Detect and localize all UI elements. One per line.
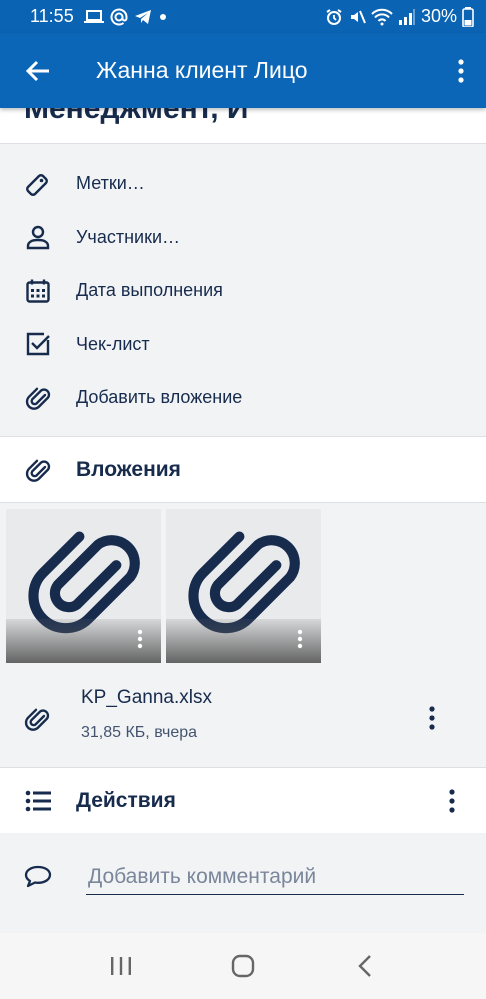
chevron-left-icon [358,955,371,977]
comment-icon [24,865,52,888]
menu-item-label: Дата выполнения [76,280,223,301]
home-button[interactable] [213,941,273,991]
attachments-header: Вложения [0,436,486,503]
attachment-more-button[interactable] [420,704,444,732]
attachment-file-row[interactable]: KP_Ganna.xlsx 31,85 КБ, вчера [0,672,486,764]
app-bar: Жанна клиент Лицо [0,33,486,108]
battery-percent: 30% [420,6,457,26]
card-title: Менеджмент, И [24,108,249,125]
home-icon [231,954,255,978]
recent-apps-icon [111,957,131,975]
comment-input[interactable] [86,859,464,895]
system-nav-bar [0,933,486,999]
laptop-icon [83,9,104,23]
list-icon [25,790,51,811]
dot-icon [159,13,166,20]
more-vertical-icon[interactable] [137,629,143,649]
menu-item-due-date[interactable]: Дата выполнения [0,264,486,318]
comment-area [0,833,486,933]
status-time: 11:55 [30,6,74,26]
more-vertical-icon [429,706,435,730]
back-nav-button[interactable] [335,941,395,991]
more-vertical-icon[interactable] [297,629,303,649]
arrow-back-icon [25,60,49,81]
alarm-icon [326,8,342,25]
menu-item-label: Участники… [76,226,180,247]
card-options-list: Метки… Участники… Дата выполнения Чек-ли… [0,145,486,437]
telegram-icon [134,9,151,24]
actions-header: Действия [0,767,486,834]
attachment-thumbnail[interactable] [166,509,321,663]
menu-item-checklist[interactable]: Чек-лист [0,318,486,372]
signal-icon [398,8,415,25]
actions-more-button[interactable] [418,788,486,813]
overflow-menu-button[interactable] [436,33,486,108]
attachment-file-meta: 31,85 КБ, вчера [81,724,198,741]
recent-apps-button[interactable] [91,941,151,991]
paperclip-icon [24,708,50,731]
paperclip-icon [25,459,51,482]
checkbox-icon [26,333,50,356]
actions-title: Действия [76,788,176,812]
at-sign-icon [110,8,128,25]
attachments-title: Вложения [76,457,181,481]
menu-item-label: Метки… [76,173,145,194]
mute-icon [350,10,366,23]
back-button[interactable] [0,33,76,108]
menu-item-members[interactable]: Участники… [0,211,486,265]
menu-item-add-attachment[interactable]: Добавить вложение [0,371,486,425]
calendar-icon [26,279,50,303]
attachment-thumbnail[interactable] [6,509,161,663]
paperclip-icon [25,387,51,410]
app-title: Жанна клиент Лицо [96,57,308,83]
person-icon [26,226,50,250]
wifi-icon [371,8,393,25]
menu-item-label: Добавить вложение [76,387,243,408]
more-vertical-icon [458,58,464,83]
more-vertical-icon [449,788,455,813]
battery-icon [462,6,474,27]
menu-item-label: Чек-лист [76,333,150,354]
tag-icon [26,173,48,196]
attachment-file-name: KP_Ganna.xlsx [81,687,212,708]
card-title-strip: Менеджмент, И [0,108,486,144]
menu-item-labels[interactable]: Метки… [0,157,486,211]
status-bar: 11:55 30% [0,0,486,33]
